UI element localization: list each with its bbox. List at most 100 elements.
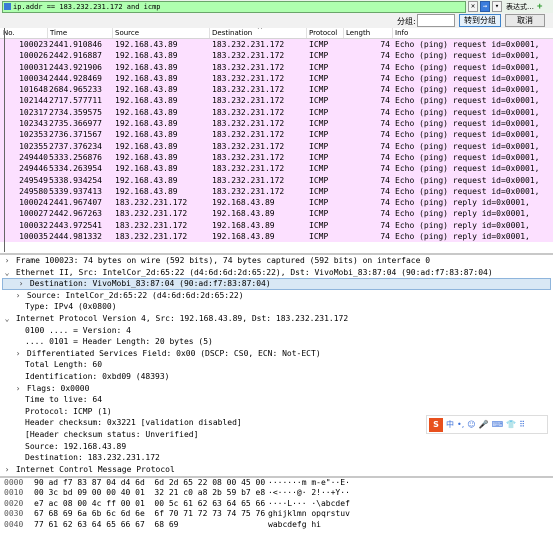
detail-row[interactable]: › Destination: VivoMobi_83:87:04 (90:ad:… bbox=[2, 278, 551, 290]
cell-info: Echo (ping) request id=0x0001, bbox=[395, 62, 540, 72]
col-source[interactable]: Source bbox=[115, 29, 139, 37]
cell-no: 249446 bbox=[19, 164, 48, 174]
cell-no: 249580 bbox=[19, 186, 48, 196]
packet-bytes[interactable]: 0000 90 ad f7 83 87 04 d4 6d 6d 2d 65 22 … bbox=[0, 476, 553, 543]
sogou-logo[interactable]: S bbox=[429, 417, 443, 432]
ime-item[interactable]: 中 bbox=[446, 419, 454, 430]
detail-tree: › Frame 100023: 74 bytes on wire (592 bi… bbox=[0, 255, 553, 475]
hex-bytes: 77 61 62 63 64 65 66 67 68 69 bbox=[34, 519, 179, 529]
col-info[interactable]: Info bbox=[395, 29, 408, 37]
packet-row[interactable]: 100035 2444.981332 183.232.231.172 192.168.… bbox=[0, 231, 553, 243]
packet-row[interactable]: 100034 2444.928469 192.168.43.89 183.232.23… bbox=[0, 72, 553, 85]
expand-icon[interactable]: › bbox=[14, 290, 22, 302]
hex-row[interactable]: 0000 90 ad f7 83 87 04 d4 6d 6d 2d 65 22 … bbox=[0, 478, 553, 488]
cell-len: 74 bbox=[380, 198, 390, 208]
filter-history-dropdown[interactable]: ▾ bbox=[492, 1, 502, 12]
cell-len: 74 bbox=[380, 119, 390, 129]
cell-time: 2717.577711 bbox=[49, 96, 102, 106]
packet-row[interactable]: 100032 2443.972541 183.232.231.172 192.168.… bbox=[0, 219, 553, 232]
detail-row[interactable]: 0100 .... = Version: 4 bbox=[0, 325, 553, 337]
col-protocol[interactable]: Protocol bbox=[309, 29, 337, 37]
packet-row[interactable]: 249440 5333.256876 192.168.43.89 183.232.23… bbox=[0, 151, 553, 164]
packet-row[interactable]: 249446 5334.263954 192.168.43.89 183.232.23… bbox=[0, 163, 553, 175]
cell-proto: ICMP bbox=[309, 220, 329, 230]
collapse-icon[interactable]: ⌄ bbox=[3, 267, 11, 279]
clear-filter-button[interactable]: ✕ bbox=[468, 1, 478, 12]
detail-row[interactable]: ⌄ Internet Protocol Version 4, Src: 192.… bbox=[0, 313, 553, 325]
packet-list[interactable]: No. Time Source Destination ^ Protocol L… bbox=[0, 28, 553, 252]
cell-dst: 183.232.231.172 bbox=[212, 51, 285, 61]
detail-row[interactable]: Total Length: 60 bbox=[0, 359, 553, 371]
cell-time: 5339.937413 bbox=[49, 186, 102, 196]
cell-len: 74 bbox=[380, 96, 390, 106]
collapse-icon[interactable]: ⌄ bbox=[3, 313, 11, 325]
cell-info: Echo (ping) request id=0x0001, bbox=[395, 73, 540, 83]
detail-row[interactable]: › Differentiated Services Field: 0x00 (D… bbox=[0, 348, 553, 360]
keyboard-icon[interactable]: ⌨ bbox=[492, 420, 504, 429]
detail-row[interactable]: Type: IPv4 (0x0800) bbox=[0, 301, 553, 313]
detail-row[interactable]: › Internet Control Message Protocol bbox=[0, 464, 553, 476]
detail-row[interactable]: ⌄ Ethernet II, Src: IntelCor_2d:65:22 (d… bbox=[0, 267, 553, 279]
expand-icon[interactable]: › bbox=[14, 348, 22, 360]
hex-row[interactable]: 0040 77 61 62 63 64 65 66 67 68 69 wabcdef… bbox=[0, 520, 553, 530]
hex-off: 0000 bbox=[4, 478, 24, 487]
hex-row[interactable]: 0030 67 68 69 6a 6b 6c 6d 6e 6f 70 71 72 … bbox=[0, 509, 553, 519]
detail-text: .... 0101 = Header Length: 20 bytes (5) bbox=[25, 337, 213, 347]
col-destination[interactable]: Destination bbox=[212, 29, 252, 37]
cell-info: Echo (ping) request id=0x0001, bbox=[395, 107, 540, 117]
goto-group-button[interactable]: 转到分组 bbox=[459, 14, 501, 27]
detail-text: Protocol: ICMP (1) bbox=[25, 406, 112, 416]
bookmark-icon[interactable] bbox=[4, 2, 11, 10]
cell-proto: ICMP bbox=[309, 130, 329, 140]
group-label: 分组: bbox=[397, 17, 416, 26]
detail-row[interactable]: Source: 192.168.43.89 bbox=[0, 441, 553, 453]
grid-icon[interactable]: ⠿ bbox=[519, 420, 525, 429]
detail-row[interactable]: Time to live: 64 bbox=[0, 394, 553, 406]
cell-dst: 192.168.43.89 bbox=[212, 209, 275, 219]
packet-row[interactable]: 102317 2734.359575 192.168.43.89 183.232.23… bbox=[0, 106, 553, 119]
cell-src: 192.168.43.89 bbox=[115, 152, 178, 162]
col-length[interactable]: Length bbox=[346, 29, 370, 37]
packet-row[interactable]: 100026 2442.916887 192.168.43.89 183.232.23… bbox=[0, 50, 553, 62]
expand-icon[interactable]: › bbox=[14, 383, 22, 395]
cell-info: Echo (ping) request id=0x0001, bbox=[395, 164, 540, 174]
packet-row[interactable]: 102353 2736.371567 192.168.43.89 183.232.23… bbox=[0, 129, 553, 141]
ime-toolbar[interactable]: S 中 •, ☺ 🎤 ⌨ 👕 ⠿ bbox=[426, 415, 548, 434]
packet-row[interactable]: 100031 2443.921906 192.168.43.89 183.232.23… bbox=[0, 61, 553, 73]
emoji-icon[interactable]: ☺ bbox=[467, 420, 475, 429]
microphone-icon[interactable]: 🎤 bbox=[479, 420, 489, 429]
expand-icon[interactable]: › bbox=[17, 279, 25, 289]
hex-row[interactable]: 0010 00 3c bd 09 00 00 40 01 32 21 c0 a8 … bbox=[0, 488, 553, 498]
expression-button[interactable]: 表达式… bbox=[506, 2, 534, 12]
cell-no: 102317 bbox=[19, 107, 48, 117]
packet-details[interactable]: › Frame 100023: 74 bytes on wire (592 bi… bbox=[0, 253, 553, 476]
packet-row[interactable]: 101648 2684.965233 192.168.43.89 183.232.23… bbox=[0, 84, 553, 96]
skin-icon[interactable]: 👕 bbox=[506, 420, 516, 429]
packet-row[interactable]: 102343 2735.366977 192.168.43.89 183.232.23… bbox=[0, 118, 553, 130]
packet-row[interactable]: 102144 2717.577711 192.168.43.89 183.232.23… bbox=[0, 95, 553, 107]
cell-no: 249549 bbox=[19, 175, 48, 185]
apply-filter-button[interactable]: → bbox=[480, 1, 490, 12]
hex-row[interactable]: 0020 e7 ac 08 00 4c ff 00 01 00 5c 61 62 … bbox=[0, 499, 553, 509]
display-filter-input[interactable]: ip.addr == 183.232.231.172 and icmp bbox=[2, 0, 466, 13]
add-filter-button[interactable]: + bbox=[537, 2, 542, 12]
packet-row[interactable]: 100024 2441.967407 183.232.231.172 192.168.… bbox=[0, 197, 553, 209]
packet-row[interactable]: 249549 5338.934254 192.168.43.89 183.232.23… bbox=[0, 174, 553, 186]
col-time[interactable]: Time bbox=[50, 29, 67, 37]
detail-row[interactable]: › Flags: 0x0000 bbox=[0, 383, 553, 395]
expand-icon[interactable]: › bbox=[3, 255, 11, 267]
detail-row[interactable]: › Frame 100023: 74 bytes on wire (592 bi… bbox=[0, 255, 553, 267]
packet-row[interactable]: 100027 2442.967263 183.232.231.172 192.168.… bbox=[0, 208, 553, 220]
group-input[interactable] bbox=[417, 14, 455, 27]
ime-item[interactable]: •, bbox=[457, 420, 464, 429]
packet-row[interactable]: 100023 2441.910846 192.168.43.89 183.232.23… bbox=[0, 39, 553, 51]
packet-row[interactable]: 102355 2737.376234 192.168.43.89 183.232.23… bbox=[0, 140, 553, 152]
detail-row[interactable]: Identification: 0xbd09 (48393) bbox=[0, 371, 553, 383]
detail-row[interactable]: Destination: 183.232.231.172 bbox=[0, 452, 553, 464]
cell-info: Echo (ping) reply id=0x0001, bbox=[395, 209, 530, 219]
detail-row[interactable]: › Source: IntelCor_2d:65:22 (d4:6d:6d:2d… bbox=[0, 290, 553, 302]
packet-row[interactable]: 249580 5339.937413 192.168.43.89 183.232.23… bbox=[0, 185, 553, 198]
detail-row[interactable]: .... 0101 = Header Length: 20 bytes (5) bbox=[0, 336, 553, 348]
cancel-button[interactable]: 取消 bbox=[505, 14, 545, 27]
expand-icon[interactable]: › bbox=[3, 464, 11, 476]
